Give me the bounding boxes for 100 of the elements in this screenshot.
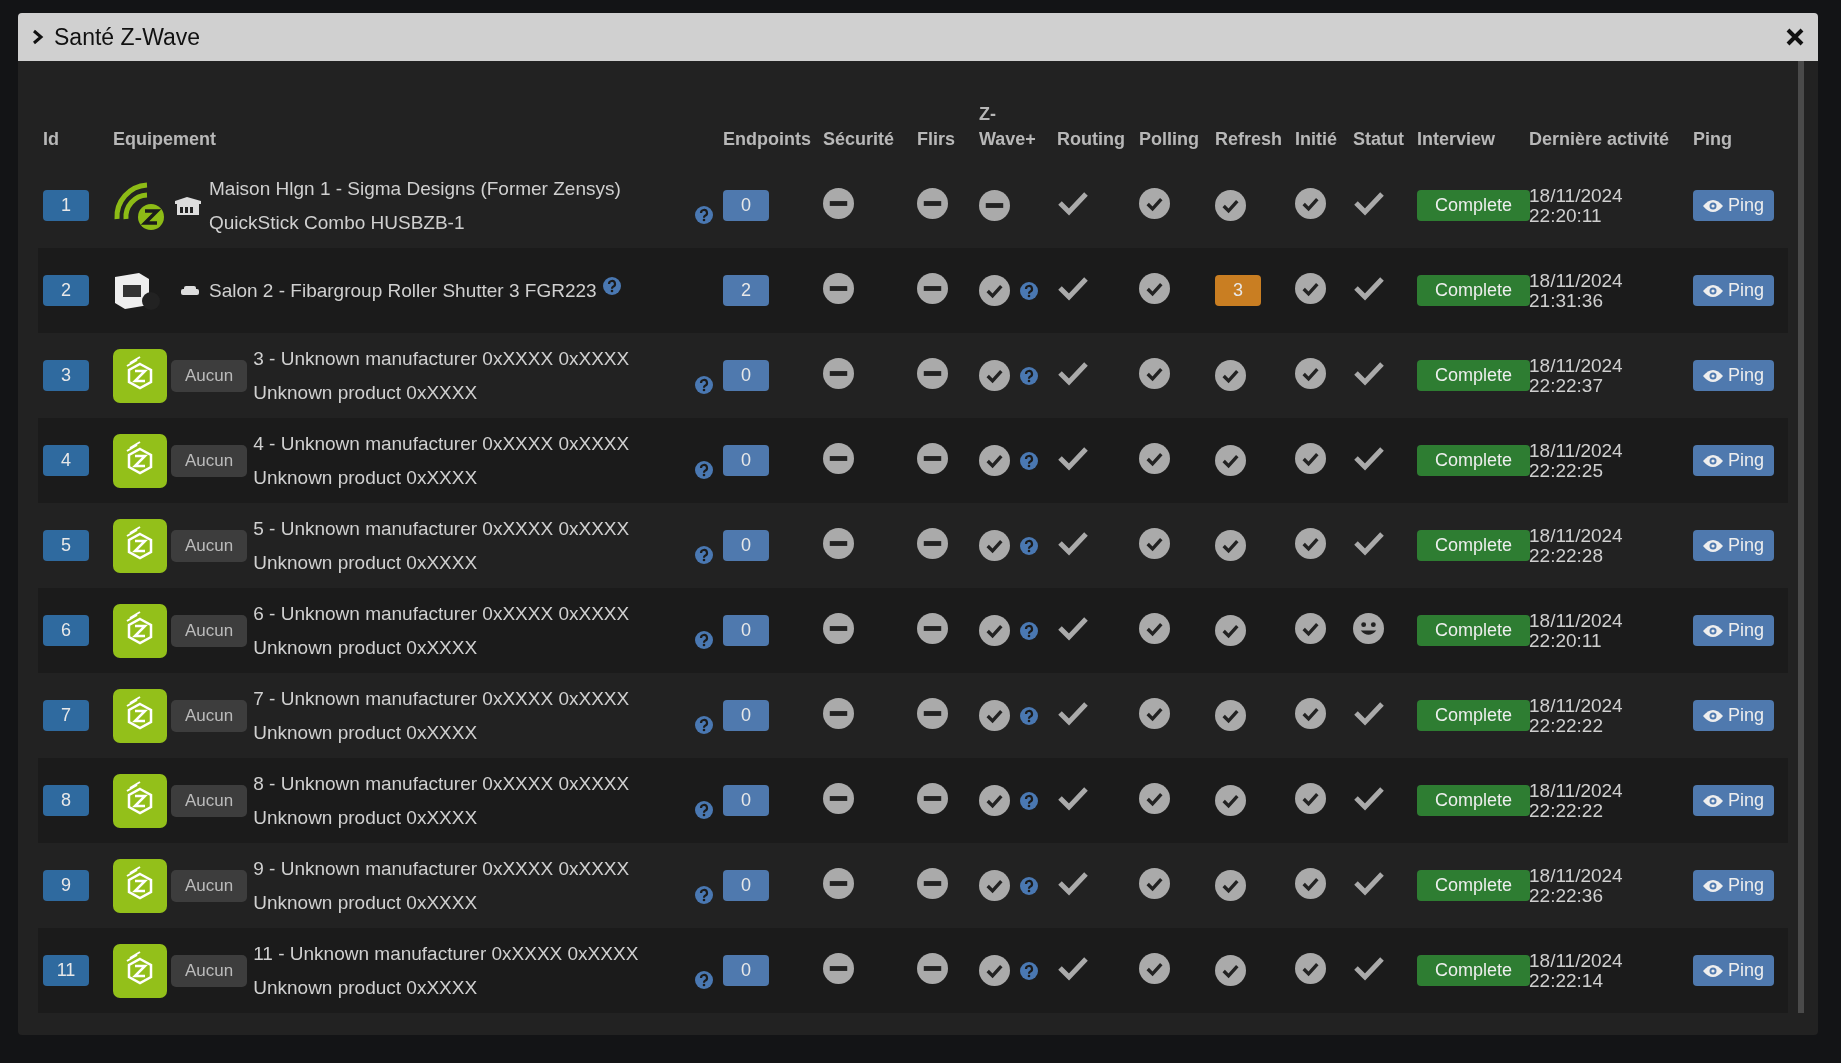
- check-icon: [1353, 700, 1385, 726]
- interview-status: Complete: [1417, 275, 1530, 306]
- check-circle-icon: [1295, 612, 1326, 644]
- ping-button[interactable]: Ping: [1693, 870, 1775, 901]
- room-label: Aucun: [171, 869, 248, 902]
- help-icon[interactable]: [695, 971, 713, 990]
- help-icon[interactable]: [1020, 366, 1038, 385]
- eye-icon: [1703, 283, 1723, 298]
- minus-circle-icon: [823, 357, 854, 389]
- activity-time: 22:22:28: [1529, 545, 1604, 566]
- help-icon[interactable]: [695, 716, 713, 735]
- help-icon[interactable]: [695, 801, 713, 820]
- activity-time: 22:22:37: [1529, 375, 1604, 396]
- check-circle-icon: [1139, 782, 1170, 814]
- module-icon: [113, 773, 167, 828]
- column-header: Refresh: [1214, 127, 1284, 151]
- id-label: 1: [43, 190, 89, 221]
- module-icon: [113, 518, 167, 573]
- module-icon: [113, 348, 167, 403]
- check-icon: [1057, 700, 1089, 726]
- help-icon[interactable]: [1020, 281, 1038, 300]
- eye-icon: [1703, 198, 1723, 213]
- ping-button[interactable]: Ping: [1693, 275, 1775, 306]
- check-icon: [1057, 275, 1089, 301]
- interview-status: Complete: [1417, 870, 1530, 901]
- room-label: Aucun: [171, 954, 248, 987]
- ping-button[interactable]: Ping: [1693, 530, 1775, 561]
- check-circle-icon: [979, 530, 1010, 561]
- help-icon[interactable]: [1020, 621, 1038, 640]
- ping-button[interactable]: Ping: [1693, 360, 1775, 391]
- help-icon[interactable]: [695, 546, 713, 565]
- device-name: 8 - Unknown manufacturer 0xXXXX 0xXXXX Unknown product 0xXXXX: [253, 771, 631, 830]
- refresh-count: 3: [1215, 275, 1261, 306]
- help-icon[interactable]: [1020, 536, 1038, 555]
- scrollbar[interactable]: [1798, 61, 1804, 1013]
- id-label: 8: [43, 785, 89, 816]
- help-icon[interactable]: [695, 206, 713, 225]
- check-circle-icon: [1295, 952, 1326, 984]
- help-icon[interactable]: [695, 886, 713, 905]
- check-icon: [1057, 360, 1089, 386]
- help-icon[interactable]: [602, 277, 621, 296]
- interview-status: Complete: [1417, 530, 1530, 561]
- check-circle-icon: [1215, 360, 1246, 391]
- check-circle-icon: [979, 870, 1010, 901]
- device-name: 11 - Unknown manufacturer 0xXXXX 0xXXXX Unknown product 0xXXXX: [253, 941, 640, 1000]
- interview-status: Complete: [1417, 445, 1530, 476]
- check-icon: [1353, 190, 1385, 216]
- minus-circle-icon: [917, 867, 948, 899]
- minus-circle-icon: [823, 952, 854, 984]
- chevron-right-icon[interactable]: [32, 29, 44, 45]
- help-icon[interactable]: [1020, 791, 1038, 810]
- column-header: Sécurité: [822, 127, 896, 151]
- product-photo-icon: [113, 270, 161, 311]
- interview-status: Complete: [1417, 360, 1530, 391]
- check-circle-icon: [1295, 527, 1326, 559]
- ping-button[interactable]: Ping: [1693, 190, 1775, 221]
- window-title: Santé Z-Wave: [54, 23, 202, 51]
- column-header: Polling: [1138, 127, 1200, 151]
- help-icon[interactable]: [1020, 876, 1038, 895]
- help-icon[interactable]: [695, 376, 713, 395]
- check-circle-icon: [1139, 272, 1170, 304]
- help-icon[interactable]: [695, 461, 713, 480]
- minus-circle-icon: [917, 697, 948, 729]
- minus-circle-icon: [823, 697, 854, 729]
- activity-date: 18/11/2024: [1529, 865, 1624, 886]
- help-icon[interactable]: [1020, 961, 1038, 980]
- ping-button[interactable]: Ping: [1693, 785, 1775, 816]
- check-circle-icon: [1295, 357, 1326, 389]
- minus-circle-icon: [917, 357, 948, 389]
- interview-status: Complete: [1417, 955, 1530, 986]
- room-label: Aucun: [171, 529, 248, 562]
- activity-date: 18/11/2024: [1529, 270, 1624, 291]
- sofa-icon: [181, 284, 199, 297]
- help-icon[interactable]: [1020, 706, 1038, 725]
- activity-date: 18/11/2024: [1529, 440, 1624, 461]
- close-icon[interactable]: [1786, 28, 1804, 46]
- column-header: Interview: [1416, 127, 1497, 151]
- eye-icon: [1703, 453, 1723, 468]
- check-circle-icon: [1215, 955, 1246, 986]
- room-label: Aucun: [171, 784, 248, 817]
- column-header: Id: [42, 127, 60, 151]
- activity-date: 18/11/2024: [1529, 185, 1624, 206]
- check-circle-icon: [1215, 870, 1246, 901]
- ping-button[interactable]: Ping: [1693, 700, 1775, 731]
- device-name: 3 - Unknown manufacturer 0xXXXX 0xXXXX Unknown product 0xXXXX: [253, 346, 631, 405]
- help-icon[interactable]: [1020, 451, 1038, 470]
- check-icon: [1057, 955, 1089, 981]
- ping-button[interactable]: Ping: [1693, 955, 1775, 986]
- help-icon[interactable]: [695, 631, 713, 650]
- eye-icon: [1703, 623, 1723, 638]
- minus-circle-icon: [917, 612, 948, 644]
- ping-button[interactable]: Ping: [1693, 445, 1775, 476]
- check-circle-icon: [1139, 867, 1170, 899]
- ping-button[interactable]: Ping: [1693, 615, 1775, 646]
- endpoint-count: 0: [723, 445, 769, 476]
- device-name: Maison Hlgn 1 - Sigma Designs (Former Zensys) QuickStick Combo HUSBZB-1: [209, 176, 622, 235]
- endpoint-count: 0: [723, 870, 769, 901]
- module-icon: [113, 603, 167, 658]
- check-icon: [1353, 785, 1385, 811]
- column-header: Flirs: [916, 127, 956, 151]
